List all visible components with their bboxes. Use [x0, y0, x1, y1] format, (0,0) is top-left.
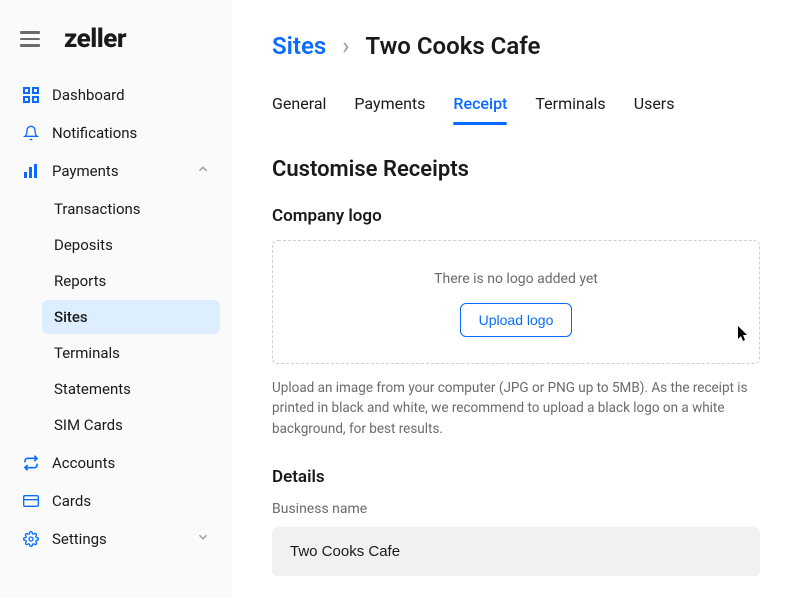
sidebar-label: Notifications [52, 124, 137, 142]
main-content: Sites › Two Cooks Cafe General Payments … [232, 0, 800, 598]
payments-subnav: Transactions Deposits Reports Sites Term… [12, 192, 220, 442]
sidebar-label: Dashboard [52, 86, 125, 104]
sidebar-label: Settings [52, 530, 107, 548]
chevron-right-icon: › [342, 32, 349, 60]
tab-payments[interactable]: Payments [354, 88, 425, 125]
sidebar-item-cards[interactable]: Cards [12, 484, 220, 518]
subnav-label: Sites [54, 308, 88, 326]
subnav-label: Reports [54, 272, 106, 290]
subnav-item-sites[interactable]: Sites [42, 300, 220, 334]
subnav-item-sim-cards[interactable]: SIM Cards [42, 408, 220, 442]
sidebar: zeller Dashboard Notifications Payments [0, 0, 232, 598]
business-name-label: Business name [272, 501, 760, 517]
sidebar-item-dashboard[interactable]: Dashboard [12, 78, 220, 112]
upload-helper-text: Upload an image from your computer (JPG … [272, 378, 760, 439]
gear-icon [22, 530, 40, 548]
sidebar-label: Accounts [52, 454, 115, 472]
sub-title-details: Details [272, 467, 760, 487]
sub-title-company-logo: Company logo [272, 206, 760, 226]
tabs: General Payments Receipt Terminals Users [272, 88, 760, 125]
tab-terminals[interactable]: Terminals [535, 88, 605, 125]
tab-users[interactable]: Users [634, 88, 675, 125]
sidebar-item-notifications[interactable]: Notifications [12, 116, 220, 150]
subnav-label: SIM Cards [54, 416, 123, 434]
subnav-label: Terminals [54, 344, 120, 362]
sidebar-top: zeller [12, 20, 220, 74]
bell-icon [22, 124, 40, 142]
logo-dropzone[interactable]: There is no logo added yet Upload logo [272, 240, 760, 364]
chevron-down-icon [196, 530, 210, 548]
menu-toggle-icon[interactable] [20, 30, 40, 48]
subnav-label: Deposits [54, 236, 113, 254]
subnav-item-terminals[interactable]: Terminals [42, 336, 220, 370]
subnav-item-reports[interactable]: Reports [42, 264, 220, 298]
transfer-icon [22, 454, 40, 472]
sidebar-label: Payments [52, 162, 119, 180]
grid-icon [22, 86, 40, 104]
credit-card-icon [22, 492, 40, 510]
sidebar-item-payments[interactable]: Payments [12, 154, 220, 188]
logo-empty-text: There is no logo added yet [293, 271, 739, 287]
breadcrumb: Sites › Two Cooks Cafe [272, 32, 760, 60]
section-title-customise: Customise Receipts [272, 157, 760, 182]
sidebar-label: Cards [52, 492, 91, 510]
subnav-label: Transactions [54, 200, 141, 218]
sidebar-item-settings[interactable]: Settings [12, 522, 220, 556]
business-name-input[interactable] [272, 527, 760, 576]
brand-logo: zeller [64, 24, 126, 54]
breadcrumb-current: Two Cooks Cafe [365, 32, 540, 60]
sidebar-item-accounts[interactable]: Accounts [12, 446, 220, 480]
tab-general[interactable]: General [272, 88, 326, 125]
subnav-item-transactions[interactable]: Transactions [42, 192, 220, 226]
subnav-item-deposits[interactable]: Deposits [42, 228, 220, 262]
tab-receipt[interactable]: Receipt [453, 88, 507, 125]
upload-logo-button[interactable]: Upload logo [460, 303, 573, 337]
chevron-up-icon [196, 162, 210, 180]
subnav-item-statements[interactable]: Statements [42, 372, 220, 406]
breadcrumb-parent[interactable]: Sites [272, 32, 326, 60]
subnav-label: Statements [54, 380, 131, 398]
bar-chart-icon [22, 162, 40, 180]
